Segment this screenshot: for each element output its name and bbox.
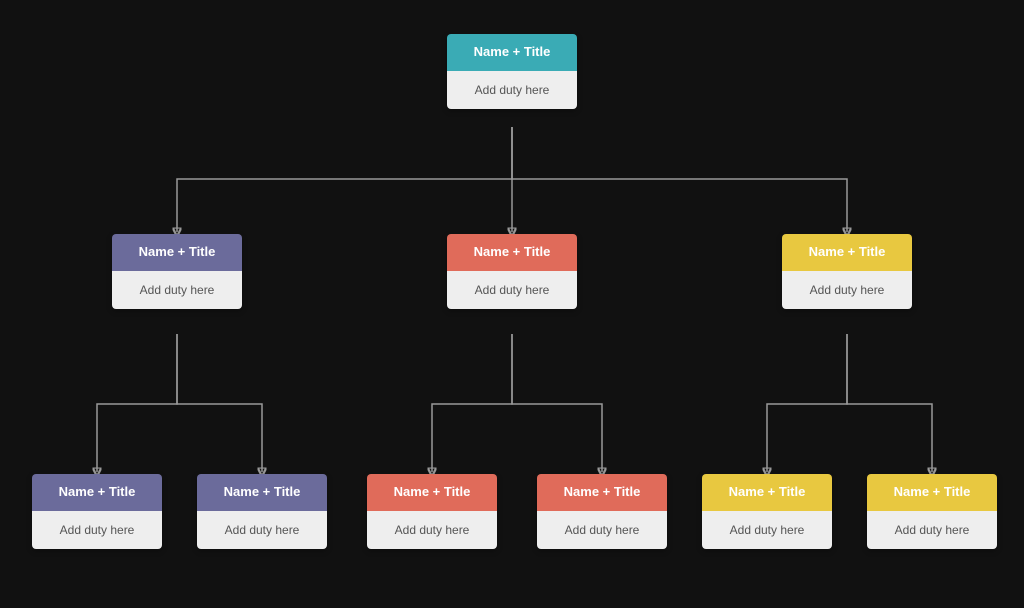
node-bot-ll-label: Name + Title — [59, 484, 136, 499]
node-mid-right[interactable]: Name + Title Add duty here — [782, 234, 912, 309]
connector-root-midright — [512, 127, 847, 232]
connector-midright-botrl — [767, 334, 847, 472]
node-bot-lr-body: Add duty here — [197, 511, 327, 549]
node-bot-lr[interactable]: Name + Title Add duty here — [197, 474, 327, 549]
node-mid-center-header: Name + Title — [447, 234, 577, 271]
node-bot-rr[interactable]: Name + Title Add duty here — [867, 474, 997, 549]
node-bot-rr-label: Name + Title — [894, 484, 971, 499]
node-bot-cr-header: Name + Title — [537, 474, 667, 511]
node-bot-rl-duty: Add duty here — [730, 523, 805, 537]
connector-midleft-botlr — [177, 334, 262, 472]
node-mid-center[interactable]: Name + Title Add duty here — [447, 234, 577, 309]
node-mid-right-header: Name + Title — [782, 234, 912, 271]
node-mid-right-label: Name + Title — [809, 244, 886, 259]
node-mid-left-body: Add duty here — [112, 271, 242, 309]
node-bot-ll-body: Add duty here — [32, 511, 162, 549]
node-mid-left-label: Name + Title — [139, 244, 216, 259]
node-bot-cl-header: Name + Title — [367, 474, 497, 511]
org-chart: Name + Title Add duty here Name + Title … — [22, 14, 1002, 594]
node-bot-lr-duty: Add duty here — [225, 523, 300, 537]
connector-midcenter-botcl — [432, 334, 512, 472]
connector-midcenter-botcr — [512, 334, 602, 472]
node-mid-center-label: Name + Title — [474, 244, 551, 259]
node-root-label: Name + Title — [474, 44, 551, 59]
node-bot-cl-label: Name + Title — [394, 484, 471, 499]
node-bot-ll-header: Name + Title — [32, 474, 162, 511]
node-bot-cl-body: Add duty here — [367, 511, 497, 549]
connector-midleft-botll — [97, 334, 177, 472]
node-mid-right-duty: Add duty here — [810, 283, 885, 297]
node-bot-ll[interactable]: Name + Title Add duty here — [32, 474, 162, 549]
node-bot-cr[interactable]: Name + Title Add duty here — [537, 474, 667, 549]
node-bot-rr-duty: Add duty here — [895, 523, 970, 537]
node-bot-rr-body: Add duty here — [867, 511, 997, 549]
node-bot-rl-label: Name + Title — [729, 484, 806, 499]
node-bot-cr-label: Name + Title — [564, 484, 641, 499]
node-bot-cr-duty: Add duty here — [565, 523, 640, 537]
node-mid-center-duty: Add duty here — [475, 283, 550, 297]
node-bot-cl[interactable]: Name + Title Add duty here — [367, 474, 497, 549]
node-bot-lr-label: Name + Title — [224, 484, 301, 499]
node-mid-left-header: Name + Title — [112, 234, 242, 271]
node-mid-left-duty: Add duty here — [140, 283, 215, 297]
node-bot-ll-duty: Add duty here — [60, 523, 135, 537]
node-bot-cl-duty: Add duty here — [395, 523, 470, 537]
node-bot-rl[interactable]: Name + Title Add duty here — [702, 474, 832, 549]
connector-root-midleft — [177, 127, 512, 232]
node-bot-lr-header: Name + Title — [197, 474, 327, 511]
node-bot-rl-body: Add duty here — [702, 511, 832, 549]
node-root[interactable]: Name + Title Add duty here — [447, 34, 577, 109]
node-root-header: Name + Title — [447, 34, 577, 71]
node-root-duty: Add duty here — [475, 83, 550, 97]
node-bot-rl-header: Name + Title — [702, 474, 832, 511]
node-mid-center-body: Add duty here — [447, 271, 577, 309]
connector-midright-botrr — [847, 334, 932, 472]
node-root-body: Add duty here — [447, 71, 577, 109]
node-bot-rr-header: Name + Title — [867, 474, 997, 511]
node-mid-right-body: Add duty here — [782, 271, 912, 309]
node-mid-left[interactable]: Name + Title Add duty here — [112, 234, 242, 309]
node-bot-cr-body: Add duty here — [537, 511, 667, 549]
